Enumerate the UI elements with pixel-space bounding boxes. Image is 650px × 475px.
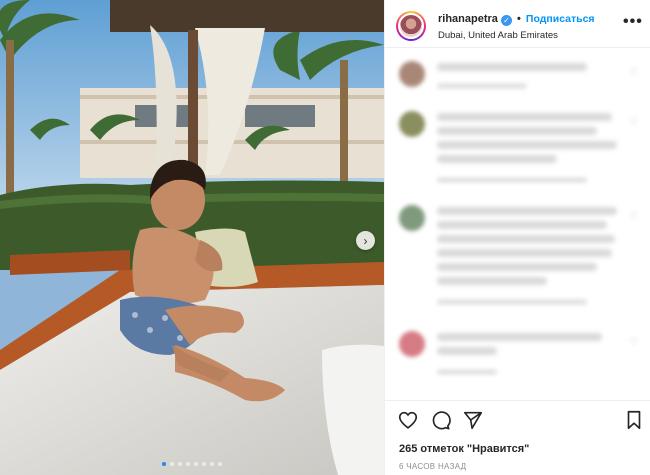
username-link[interactable]: rihanapetra: [438, 13, 498, 25]
post-header: rihanapetra ✓ • Подписаться Dubai, United…: [385, 0, 650, 48]
paper-plane-icon[interactable]: [462, 409, 484, 431]
carousel-dot-4: [186, 462, 190, 466]
carousel-dot-7: [210, 462, 214, 466]
avatar[interactable]: [396, 11, 426, 41]
more-options-icon[interactable]: •••: [623, 14, 643, 30]
post-side-panel: rihanapetra ✓ • Подписаться Dubai, United…: [384, 0, 650, 475]
post-actions-bar: [385, 400, 650, 436]
carousel-dots: [0, 462, 384, 466]
photo-scene: [0, 0, 384, 475]
carousel-dot-2: [170, 462, 174, 466]
comment-bubble-icon[interactable]: [429, 409, 451, 431]
carousel-dot-5: [194, 462, 198, 466]
follow-button[interactable]: Подписаться: [526, 13, 595, 25]
post-author-row: rihanapetra ✓ • Подписаться: [438, 13, 595, 26]
bookmark-icon[interactable]: [623, 409, 645, 431]
carousel-dot-1: [162, 462, 166, 466]
location-link[interactable]: Dubai, United Arab Emirates: [438, 30, 558, 41]
comments-list[interactable]: ♡ ♡ ♡ ♡: [385, 49, 650, 395]
likes-count[interactable]: 265 отметок "Нравится": [399, 443, 529, 455]
verified-badge-icon: ✓: [500, 15, 512, 26]
post-timestamp[interactable]: 6 ЧАСОВ НАЗАД: [399, 462, 466, 471]
carousel-dot-3: [178, 462, 182, 466]
carousel-next-button[interactable]: ›: [356, 231, 375, 250]
post-image[interactable]: ›: [0, 0, 384, 475]
carousel-dot-8: [218, 462, 222, 466]
carousel-dot-6: [202, 462, 206, 466]
heart-icon[interactable]: [397, 409, 419, 431]
separator-dot: •: [516, 13, 521, 25]
